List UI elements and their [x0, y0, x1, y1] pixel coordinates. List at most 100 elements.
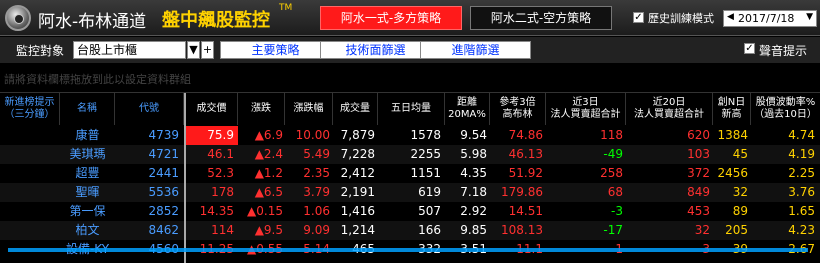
technical-filter-button[interactable]: 技術面篩選: [320, 41, 431, 59]
table-row[interactable]: 聖暉 5536 178 ▲6.5 3.79 2,191 619 7.18 179.86 68 849…: [0, 183, 820, 202]
stock-name: 超豐: [75, 166, 100, 180]
bollinger-ref: 14.51: [508, 204, 543, 218]
col-header-price[interactable]: 成交價: [186, 93, 238, 125]
inst-net-3d: -49: [603, 147, 623, 161]
sound-alert-label: 聲音提示: [759, 44, 808, 58]
history-mode-checkbox[interactable]: ✓: [633, 12, 644, 23]
monitor-target-select[interactable]: 台股上市櫃: [73, 41, 186, 59]
inst-net-20d: 32: [694, 223, 710, 237]
new-high-days: 2456: [717, 166, 748, 180]
inst-net-20d: 103: [687, 147, 710, 161]
col-header-ma20[interactable]: 距離 20MA%: [445, 93, 490, 125]
app-logo-icon: [5, 5, 31, 31]
table-row[interactable]: 第一保 2852 14.35 ▲0.15 1.06 1,416 507 2.92 14.51 -3…: [0, 202, 820, 221]
col-header-new-high[interactable]: 創N日 新高: [713, 93, 751, 125]
bollinger-ref: 46.13: [508, 147, 543, 161]
col-header-volatility[interactable]: 股價波動率% （過去10日）: [751, 93, 820, 125]
sound-alert-checkbox[interactable]: ✓: [744, 43, 755, 54]
new-high-days: 89: [732, 204, 748, 218]
col-header-avg5[interactable]: 五日均量: [378, 93, 445, 125]
change-pct: 2.35: [303, 166, 330, 180]
table-row[interactable]: 美琪瑪 4721 46.1 ▲2.4 5.49 7,228 2255 5.98 46.13 -49…: [0, 145, 820, 164]
table-row[interactable]: 康普 4739 75.9 ▲6.9 10.00 7,879 1578 9.54 74.86 118…: [0, 126, 820, 145]
col-header-text: 近3日 法人買賣超合計: [550, 97, 621, 120]
change-pct: 10.00: [295, 128, 330, 142]
tab-long-strategy[interactable]: 阿水一式-多方策略: [320, 6, 462, 30]
title-bar: 阿水-布林通道 盤中飆股監控 TM 阿水一式-多方策略 阿水二式-空方策略 ✓ …: [0, 0, 820, 36]
bollinger-ref: 179.86: [501, 185, 543, 199]
avg-volume-5d: 1151: [410, 166, 441, 180]
advanced-filter-button[interactable]: 進階篩選: [420, 41, 531, 59]
volume: 1,416: [340, 204, 375, 218]
volume: 7,879: [340, 128, 375, 142]
col-header-text: 參考3倍 高布林: [499, 97, 536, 120]
col-header-text: 漲跌幅: [293, 103, 324, 114]
tab-short-strategy[interactable]: 阿水二式-空方策略: [470, 6, 612, 30]
bollinger-ref: 51.92: [508, 166, 543, 180]
add-symbol-button[interactable]: +: [201, 41, 214, 59]
distance-20ma: 9.54: [460, 128, 487, 142]
volatility: 3.76: [788, 185, 815, 199]
volume: 2,191: [340, 185, 375, 199]
avg-volume-5d: 2255: [410, 147, 441, 161]
stock-name: 柏文: [75, 223, 100, 237]
col-header-text: 成交價: [196, 103, 227, 114]
col-header-text: 距離 20MA%: [448, 97, 486, 120]
stock-name: 聖暉: [75, 185, 100, 199]
price: 46.1: [207, 147, 234, 161]
date-value[interactable]: 2017/7/18: [738, 12, 794, 25]
inst-net-20d: 372: [687, 166, 710, 180]
col-header-pct[interactable]: 漲跌幅: [285, 93, 333, 125]
bollinger-ref: 74.86: [508, 128, 543, 142]
col-header-text: 五日均量: [391, 103, 431, 114]
stock-name: 康普: [75, 128, 100, 142]
change: ▲6.5: [254, 185, 283, 199]
price: 52.3: [207, 166, 234, 180]
inst-net-3d: 118: [600, 128, 623, 142]
volume: 2,412: [340, 166, 375, 180]
col-header-bollinger[interactable]: 參考3倍 高布林: [490, 93, 546, 125]
table-row[interactable]: 超豐 2441 52.3 ▲1.2 2.35 2,412 1151 4.35 51.92 258 3…: [0, 164, 820, 183]
inst-net-20d: 849: [687, 185, 710, 199]
stock-code: 5536: [148, 185, 179, 199]
volume: 7,228: [340, 147, 375, 161]
change: ▲1.2: [254, 166, 283, 180]
horizontal-scrollbar[interactable]: [8, 248, 808, 252]
main-strategy-button[interactable]: 主要策略: [220, 41, 331, 59]
col-header-inst20[interactable]: 近20日 法人買賣超合計: [626, 93, 713, 125]
bollinger-ref: 108.13: [501, 223, 543, 237]
inst-net-3d: 68: [607, 185, 623, 199]
stock-code: 4739: [148, 128, 179, 142]
volatility: 4.19: [788, 147, 815, 161]
monitor-target-label: 監控對象: [16, 44, 65, 58]
table-row[interactable]: 柏文 8462 114 ▲9.5 9.09 1,214 166 9.85 108.13 -17 32…: [0, 221, 820, 240]
inst-net-3d: -17: [603, 223, 623, 237]
control-bar: 監控對象 台股上市櫃 ▼ + 主要策略 技術面篩選 進階篩選: [0, 37, 820, 63]
col-header-new-entry[interactable]: 新進榜提示 （三分鐘）: [0, 93, 60, 125]
date-dropdown-icon[interactable]: ▼: [806, 12, 813, 22]
price: 75.9: [186, 126, 238, 145]
date-picker[interactable]: ◀ 2017/7/18 ▼: [723, 10, 817, 27]
frozen-column-divider[interactable]: [184, 93, 186, 263]
col-header-text: 名稱: [77, 103, 97, 114]
avg-volume-5d: 1578: [410, 128, 441, 142]
history-mode-label: 歷史訓練模式: [648, 12, 714, 25]
col-header-volume[interactable]: 成交量: [333, 93, 378, 125]
col-header-text: 新進榜提示 （三分鐘）: [4, 97, 55, 120]
distance-20ma: 2.92: [460, 204, 487, 218]
change-pct: 9.09: [303, 223, 330, 237]
change-pct: 1.06: [303, 204, 330, 218]
inst-net-20d: 453: [687, 204, 710, 218]
stock-code: 2441: [148, 166, 179, 180]
price: 14.35: [199, 204, 234, 218]
change-pct: 3.79: [303, 185, 330, 199]
dropdown-arrow-icon[interactable]: ▼: [187, 41, 200, 59]
col-header-change[interactable]: 漲跌: [238, 93, 285, 125]
volatility: 1.65: [788, 204, 815, 218]
col-header-code[interactable]: 代號: [115, 93, 184, 125]
trademark: TM: [279, 3, 293, 13]
col-header-name[interactable]: 名稱: [60, 93, 115, 125]
col-header-inst3[interactable]: 近3日 法人買賣超合計: [546, 93, 626, 125]
app-subtitle: 盤中飆股監控: [162, 10, 270, 31]
date-prev-icon[interactable]: ◀: [727, 12, 734, 22]
